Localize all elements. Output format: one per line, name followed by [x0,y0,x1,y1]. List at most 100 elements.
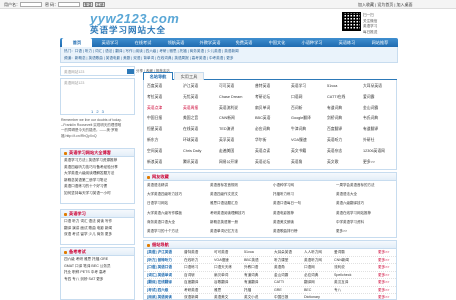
nav-grid-link[interactable]: 在线英语 [183,126,217,134]
nav-grid-link[interactable]: 新东方 [147,137,181,145]
category-link[interactable]: 英语听力网 [304,257,334,265]
nav-grid-link[interactable]: 英文歌 [327,159,361,167]
nav-grid-link[interactable]: 英语学习 [291,83,325,91]
category-link[interactable]: 金山词霸 [274,272,304,280]
slide-pager[interactable]: 1 2 3 [91,109,105,114]
link-item[interactable]: 托福听力练习 [273,191,333,198]
nav-grid-link[interactable]: 百度翻译 [327,126,361,134]
link-item[interactable]: 英语单词记忆方法 [210,228,270,235]
nav-grid-link[interactable]: 走遍美国 [219,148,253,156]
nav-grid-link[interactable]: 美国之音 [183,115,217,123]
nav-recommend[interactable]: 网站推荐 [364,38,396,47]
link-item[interactable]: 英语语法大全 [336,191,396,198]
category-link[interactable]: 双语新闻 [184,294,214,300]
category-link[interactable]: 流利说 [334,264,364,272]
category-link[interactable]: BBC英语 [244,257,274,265]
link-item[interactable]: 大学英语六级写作模板 [147,210,207,217]
nav-foreign-teacher[interactable]: 外教学英语 [193,38,227,47]
category-link[interactable]: 大耳朵英语 [274,249,304,257]
category-link[interactable]: 口语网 [304,264,334,272]
category-link[interactable]: 扇贝单词 [214,272,244,280]
category-link[interactable]: 百词斩 [184,272,214,280]
nav-grid-link[interactable]: 英语点读 [255,148,289,156]
category-link[interactable]: 中国日报 [274,294,304,300]
nav-grid-link[interactable]: 恒星英语 [147,126,181,134]
category-link[interactable]: 考研英语 [184,287,214,295]
list-item[interactable]: 专四 专八 剑桥 SAT 更多 [61,276,134,283]
nav-grid-link[interactable]: Chase Dream [219,94,253,102]
register-button[interactable]: 注册 [95,1,105,7]
link-item[interactable]: 一周学会英语音标的方法 [336,182,396,189]
top-right-links[interactable]: 加入收藏 | 设为首页 | 加入桌面 [358,2,413,8]
nav-grid-link[interactable]: 英语论坛 [255,159,289,167]
link-item[interactable]: 英语学习的十个方法 [147,228,207,235]
category-link[interactable]: 可可英语 [214,249,244,257]
nav-grid-link[interactable]: 英语角 [291,159,325,167]
category-link[interactable]: 普特英语 [184,249,214,257]
link-item[interactable]: 小语种学习网 [273,182,333,189]
category-link[interactable]: 外教口语 [244,264,274,272]
nav-grid-link[interactable]: 口语网 [291,94,325,102]
nav-home[interactable]: 首页 [62,38,92,47]
nav-grid-link[interactable]: CNN新闻 [219,115,253,123]
link-item[interactable]: 中学英语学习资料 [336,219,396,226]
more-link[interactable]: 更多>> [378,257,396,265]
nav-grid-link[interactable]: VOA慢速 [291,137,325,145]
link-item[interactable]: 英语口语每日一句 [273,200,333,207]
category-label[interactable]: [考试] 四六级 [144,287,184,295]
nav-grid-link[interactable]: 空间英语 [147,148,181,156]
category-link[interactable]: 英汉互译 [334,279,364,287]
nav-grid-link[interactable]: 扇贝单词 [255,105,289,113]
more-link[interactable]: 更多>> [378,279,396,287]
category-link[interactable]: 英语角 [274,264,304,272]
nav-grid-link[interactable]: 必应词典 [255,126,289,134]
nav-grid-link[interactable]: 考研论坛 [255,94,289,102]
category-link[interactable]: Spellcheck [334,272,364,280]
nav-grid-link[interactable]: 华尔街 [255,137,289,145]
nav-grid-link[interactable]: 环球英语 [183,137,217,145]
category-link[interactable]: CNN新闻 [334,257,364,265]
link-item[interactable]: 英语在线学习网站推荐 [336,210,396,217]
category-label[interactable]: [阅读] 英语阅读 [144,294,184,300]
nav-grid-link[interactable]: 韦氏词典 [363,115,397,123]
nav-minor-languages[interactable]: 小语种学习 [294,38,330,47]
nav-grid-link[interactable]: CATTI在线 [327,94,361,102]
password-field[interactable] [58,1,80,7]
category-link[interactable]: 英文小说 [244,294,274,300]
nav-online-exam[interactable]: 在线考试 [127,38,159,47]
link-item[interactable]: 英语六级翻译技巧 [336,200,396,207]
nav-grid-link[interactable]: 百词斩 [291,105,325,113]
nav-grid-link[interactable]: 百度英语 [147,83,181,91]
category-label[interactable]: [口语] 英语口语 [144,264,184,272]
link-item[interactable]: 日语学习网站 [147,200,207,207]
more-link[interactable]: 更多>> [378,287,396,295]
nav-grid-link[interactable]: 剑桥词典 [327,115,361,123]
nav-grid-link[interactable]: 外研社 [363,137,397,145]
nav-grid-link[interactable]: 英文书籍 [291,148,325,156]
category-label[interactable]: [翻译] 在线翻译 [144,279,184,287]
more-link[interactable]: 更多>> [378,272,396,280]
category-link[interactable]: BEC [304,287,334,295]
category-link[interactable]: 口语天天练 [214,264,244,272]
nav-grid-link[interactable]: 51voa [327,83,361,91]
category-link[interactable]: 口语练习 [184,264,214,272]
more-link[interactable]: 更多>> [378,264,396,272]
nav-grid-link[interactable]: 有道词典 [327,105,361,113]
nav-grid-link[interactable]: 英语周报 [183,105,217,113]
category-link[interactable]: 英语美文 [214,294,244,300]
nav-grid-link[interactable]: 普特英语 [255,83,289,91]
nav-grid-link[interactable]: 英语点津 [147,105,181,113]
link-item[interactable]: 更多>> [336,228,396,235]
link-item[interactable]: 英语音标发音规则 [210,182,270,189]
subnav-row[interactable]: 热门：口语 | 听力 | 词汇 | 语法 | 翻译 | 写作 | 阅读 | 四六… [64,49,239,54]
nav-grid-link[interactable]: 考拉英语 [147,94,181,102]
category-link[interactable]: GRE [274,287,304,295]
category-label[interactable]: [英语] 沪江英语 [144,249,184,257]
more-link[interactable]: 更多>> [378,249,396,257]
search-input[interactable]: 英语网站123 [60,66,135,76]
link-item[interactable]: 商务英语口语大全 [147,219,207,226]
category-link[interactable]: 听力课堂 [274,257,304,265]
nav-grid-link[interactable]: BBC英语 [255,115,289,123]
subnav-row[interactable]: 频道：新概念 | 英语歌曲 | 英语电影 | 美剧 | 双语 | 背单词 | 在… [64,56,233,61]
nav-english-learning[interactable]: 英语学习 [94,38,126,47]
